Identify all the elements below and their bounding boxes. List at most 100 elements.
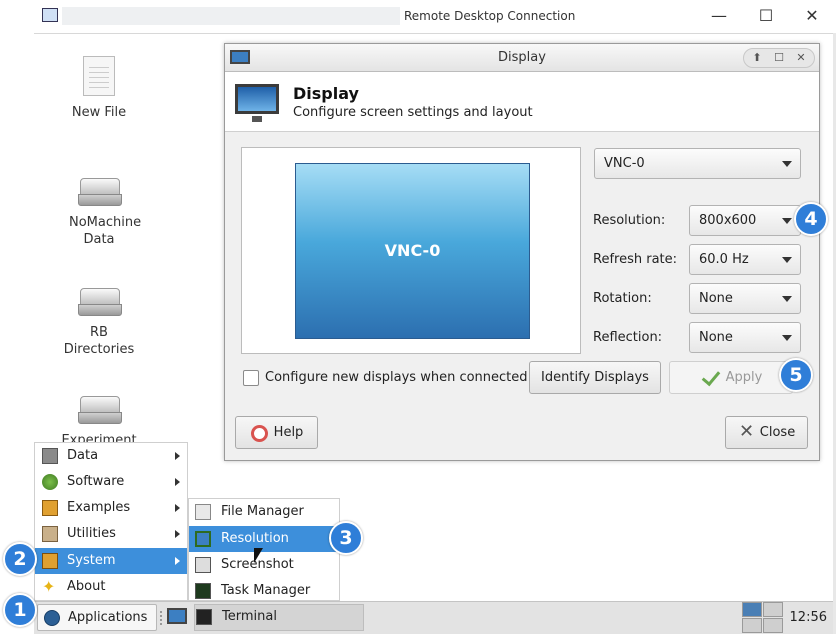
desktop-icon-label: RB Directories: [63, 325, 135, 357]
menu-item-label: Data: [67, 448, 99, 463]
menu-item-label: Utilities: [67, 526, 116, 541]
apply-button[interactable]: Apply: [669, 361, 793, 394]
menu-item-label: System: [67, 553, 116, 568]
menu-item-examples[interactable]: Examples: [35, 495, 187, 521]
applications-label: Applications: [68, 610, 148, 625]
header-title: Display: [293, 84, 359, 103]
display-dialog: Display ⬆ ☐ ✕ Display Configure screen s…: [224, 43, 820, 461]
display-task-icon[interactable]: [167, 608, 187, 624]
taskbar-separator: [160, 611, 162, 625]
menu-item-label: Software: [67, 474, 125, 489]
refresh-rate-value: 60.0 Hz: [699, 252, 749, 267]
chevron-right-icon: [175, 452, 180, 460]
workspace-1[interactable]: [742, 602, 762, 617]
rotation-label: Rotation:: [593, 291, 652, 306]
workspace-pager[interactable]: [742, 602, 784, 634]
drive-icon: [78, 176, 122, 206]
rotation-select[interactable]: None: [689, 283, 801, 314]
taskbar: Applications Terminal 12:56: [34, 601, 833, 634]
drive-icon: [78, 394, 122, 424]
output-select[interactable]: VNC-0: [594, 148, 801, 179]
help-button[interactable]: Help: [235, 416, 318, 449]
step-badge-2: 2: [3, 542, 37, 576]
menu-item-utilities[interactable]: Utilities: [35, 521, 187, 547]
file-icon: [83, 56, 115, 96]
roll-up-button[interactable]: ⬆: [746, 50, 768, 66]
configure-new-displays-checkbox[interactable]: [243, 370, 259, 386]
lifebuoy-icon: [251, 425, 268, 442]
chevron-down-icon: [782, 296, 792, 302]
dialog-title: Display: [498, 50, 546, 65]
close-icon: ✕: [739, 421, 755, 442]
step-badge-3: 3: [329, 521, 363, 555]
desktop-icon-rb-directories[interactable]: RB Directories: [44, 286, 154, 358]
clock: 12:56: [789, 610, 827, 625]
refresh-rate-select[interactable]: 60.0 Hz: [689, 244, 801, 275]
resolution-icon: [195, 531, 211, 547]
reflection-select[interactable]: None: [689, 322, 801, 353]
step-badge-5: 5: [779, 358, 813, 392]
dialog-header: Display Configure screen settings and la…: [225, 72, 819, 132]
resolution-label: Resolution:: [593, 213, 666, 228]
applications-logo-icon: [44, 610, 60, 626]
applications-button[interactable]: Applications: [37, 604, 157, 631]
mouse-cursor: [254, 548, 263, 563]
resolution-select[interactable]: 800x600: [689, 205, 801, 236]
submenu-item-screenshot[interactable]: Screenshot: [189, 552, 339, 578]
submenu-item-task-manager[interactable]: Task Manager: [189, 578, 339, 602]
menu-item-software[interactable]: Software: [35, 469, 187, 495]
software-icon: [42, 474, 58, 490]
menu-item-label: Examples: [67, 500, 131, 515]
window-titlebar: Remote Desktop Connection — ☐ ✕: [0, 0, 836, 33]
chevron-right-icon: [175, 530, 180, 538]
workspace-4[interactable]: [763, 618, 783, 633]
refresh-rate-label: Refresh rate:: [593, 252, 678, 267]
step-badge-4: 4: [794, 202, 828, 236]
configure-new-displays-label: Configure new displays when connected: [265, 370, 528, 385]
menu-item-label: About: [67, 579, 106, 594]
chevron-down-icon: [782, 335, 792, 341]
display-monitor-icon: [235, 84, 279, 122]
dialog-close-x-button[interactable]: ✕: [790, 50, 812, 66]
terminal-icon: [196, 609, 212, 625]
step-badge-1: 1: [3, 593, 37, 627]
identify-displays-button[interactable]: Identify Displays: [529, 361, 661, 394]
close-button[interactable]: ✕ Close: [725, 416, 808, 449]
dialog-titlebar: Display ⬆ ☐ ✕: [225, 44, 819, 72]
applications-menu: Data Software Examples Utilities System …: [34, 442, 188, 601]
menu-item-about[interactable]: ✦ About: [35, 574, 187, 600]
desktop-icon-nomachine-data[interactable]: NoMachine Data: [44, 176, 154, 248]
maximize-button[interactable]: ☐: [751, 4, 781, 28]
submenu-item-label: Terminal: [222, 609, 277, 624]
dialog-window-controls: ⬆ ☐ ✕: [743, 48, 815, 68]
chevron-down-icon: [782, 161, 792, 167]
output-select-value: VNC-0: [604, 156, 645, 171]
workspace-3[interactable]: [742, 618, 762, 633]
chevron-right-icon: [175, 504, 180, 512]
desktop-icon-new-file[interactable]: New File: [44, 56, 154, 121]
window-title: Remote Desktop Connection: [404, 9, 576, 23]
submenu-item-resolution[interactable]: Resolution: [189, 526, 339, 552]
chevron-down-icon: [782, 218, 792, 224]
chevron-down-icon: [782, 257, 792, 263]
redacted-host-area: [62, 7, 400, 25]
menu-item-data[interactable]: Data: [35, 443, 187, 469]
workspace-2[interactable]: [763, 602, 783, 617]
menu-item-system[interactable]: System: [35, 548, 187, 574]
submenu-item-file-manager[interactable]: File Manager: [189, 499, 339, 525]
task-manager-icon: [195, 583, 211, 599]
desktop-icon-experiment[interactable]: Experiment: [44, 394, 154, 442]
reflection-value: None: [699, 330, 733, 345]
window-close-button[interactable]: ✕: [797, 4, 827, 28]
star-icon: ✦: [42, 577, 56, 596]
remote-desktop-icon: [42, 8, 58, 22]
submenu-item-terminal[interactable]: Terminal: [190, 604, 340, 630]
examples-icon: [42, 500, 58, 516]
display-preview-screen[interactable]: VNC-0: [295, 163, 530, 339]
dialog-maximize-button[interactable]: ☐: [768, 50, 790, 66]
minimize-button[interactable]: —: [704, 4, 734, 28]
reflection-label: Reflection:: [593, 330, 663, 345]
header-subtitle: Configure screen settings and layout: [293, 105, 533, 120]
file-manager-icon: [195, 504, 211, 520]
data-icon: [42, 448, 58, 464]
